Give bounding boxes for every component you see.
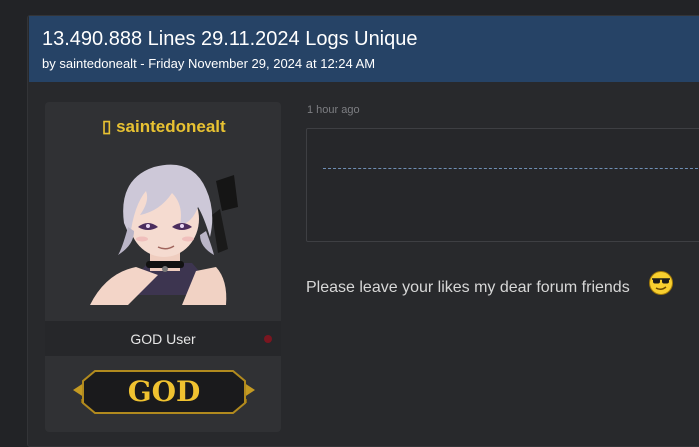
username-text: saintedonealt xyxy=(116,117,226,136)
rank-badge-text: GOD xyxy=(128,375,201,408)
avatar[interactable] xyxy=(88,145,248,305)
smiley-sunglasses-icon xyxy=(649,271,673,295)
content-divider xyxy=(323,168,699,169)
post-timestamp[interactable]: 1 hour ago xyxy=(307,104,360,116)
username-glyph: ▯ xyxy=(102,117,112,136)
online-status-indicator xyxy=(264,335,272,343)
username-link[interactable]: ▯ saintedonealt xyxy=(102,117,226,137)
thread-title: 13.490.888 Lines 29.11.2024 Logs Unique xyxy=(42,28,418,50)
rank-badge-icon: GOD xyxy=(73,370,255,414)
post-message: Please leave your likes my dear forum fr… xyxy=(306,279,630,296)
user-role: GOD User xyxy=(130,331,196,347)
thread-meta: by saintedonealt - Friday November 29, 2… xyxy=(42,56,376,71)
user-role-bar: GOD User xyxy=(45,321,281,356)
hidden-content-box xyxy=(306,128,699,242)
